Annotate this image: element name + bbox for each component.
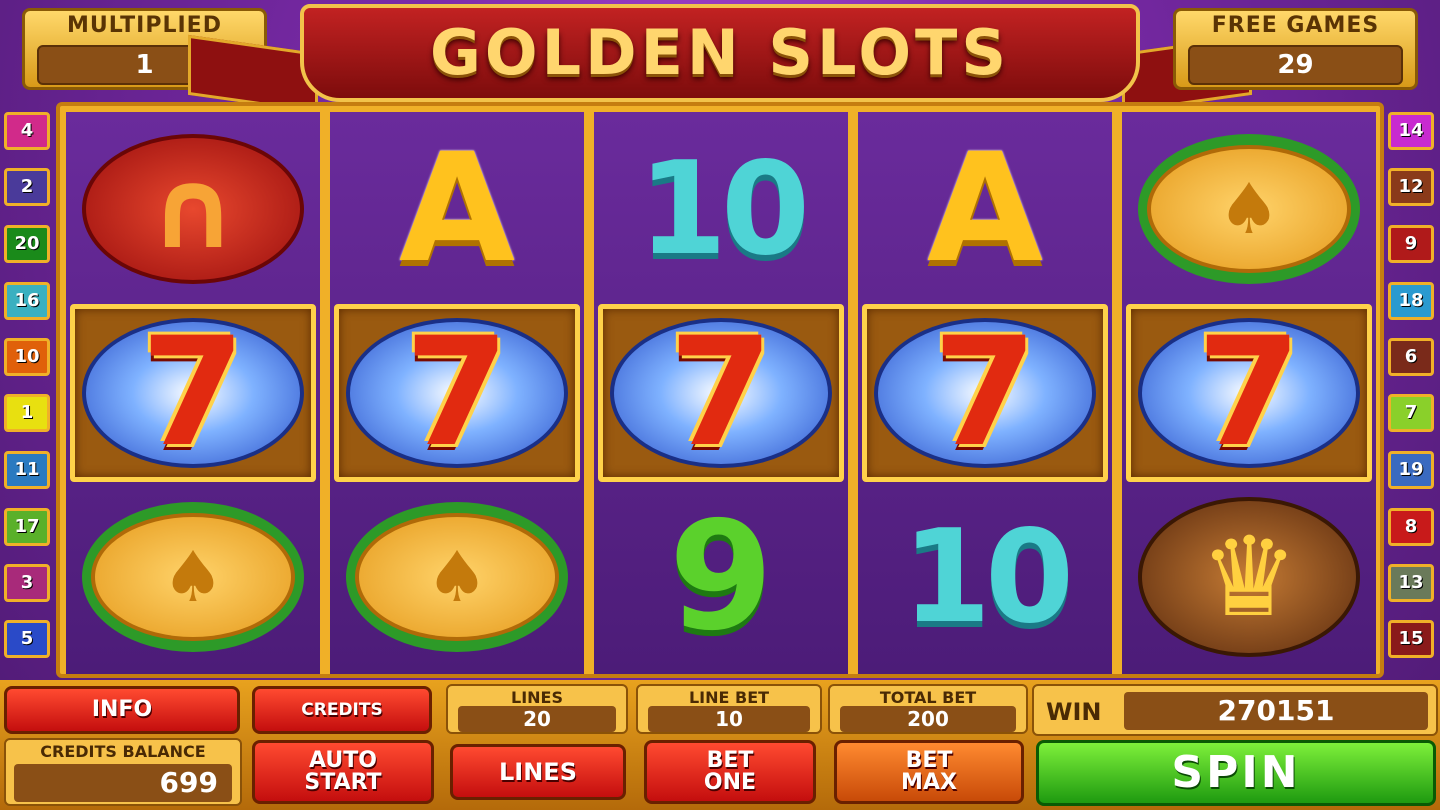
lines-value: 20 [458,706,616,732]
total-bet-label: TOTAL BET [879,688,977,707]
right-payline-marker: 14 [1388,112,1434,150]
free-games-box: FREE GAMES 29 [1173,8,1418,90]
auto-start-line2: START [304,770,382,795]
spade-coin-icon: ♠ [1138,134,1360,284]
credits-balance-label: CREDITS BALANCE [40,742,206,761]
left-payline-marker: 4 [4,112,50,150]
seven-icon: 7 [610,318,832,468]
bet-max-button[interactable]: BET MAX [834,740,1024,804]
seven-icon: 7 [1138,318,1360,468]
right-payline-marker: 19 [1388,451,1434,489]
seven-icon: 7 [82,318,304,468]
reel-1-symbol-2: 7 [70,304,316,482]
spade-coin-icon: ♠ [82,502,304,652]
left-payline-marker: 10 [4,338,50,376]
reel-1-symbol-1: ∩ [70,120,316,298]
seven-icon: 7 [346,318,568,468]
left-payline-marker: 3 [4,564,50,602]
reel-2-symbol-3: ♠ [334,488,580,666]
reel-3-symbol-2: 7 [598,304,844,482]
reel-3-symbol-3: 9 [598,488,844,666]
reel-4-symbol-2: 7 [862,304,1108,482]
horseshoe-icon: ∩ [82,134,304,284]
reel-1: ∩ 7 ♠ [66,112,320,674]
lines-label: LINES [511,688,563,707]
right-payline-marker: 9 [1388,225,1434,263]
total-bet-display: TOTAL BET 200 [828,684,1028,734]
reel-2-symbol-2: 7 [334,304,580,482]
left-payline-marker: 11 [4,451,50,489]
right-payline-marker: 18 [1388,282,1434,320]
ace-icon: A [398,122,516,296]
info-button[interactable]: INFO [4,686,240,734]
win-display: WIN 270151 [1032,684,1438,736]
spade-coin-icon: ♠ [346,502,568,652]
ace-icon: A [926,122,1044,296]
lines-display: LINES 20 [446,684,628,734]
seven-icon: 7 [874,318,1096,468]
reels-frame: ∩ 7 ♠ A 7 ♠ 10 7 9 A 7 10 ♠ 7 ♛ [56,102,1384,678]
lines-button[interactable]: LINES [450,744,626,800]
reel-3-symbol-1: 10 [598,120,844,298]
reel-5-symbol-2: 7 [1126,304,1372,482]
reel-4-symbol-3: 10 [862,488,1108,666]
auto-start-line1: AUTO [309,748,377,773]
right-payline-marker: 15 [1388,620,1434,658]
reel-4: A 7 10 [858,112,1112,674]
right-payline-marker: 8 [1388,508,1434,546]
ten-icon: 10 [637,134,810,284]
line-bet-value: 10 [648,706,810,732]
bet-one-line1: BET [706,748,754,773]
banner-plate: GOLDEN SLOTS [300,4,1140,102]
reel-1-symbol-3: ♠ [70,488,316,666]
left-payline-marker: 16 [4,282,50,320]
right-payline-marker: 6 [1388,338,1434,376]
win-label: WIN [1046,698,1102,726]
left-payline-marker: 17 [4,508,50,546]
spin-button[interactable]: SPIN [1036,740,1436,806]
credits-balance-display: CREDITS BALANCE 699 [4,738,242,806]
nine-icon: 9 [668,490,774,664]
left-payline-marker: 2 [4,168,50,206]
reel-5-symbol-3: ♛ [1126,488,1372,666]
credits-button[interactable]: CREDITS [252,686,432,734]
bet-max-line1: BET [905,748,953,773]
left-payline-marker: 1 [4,394,50,432]
total-bet-value: 200 [840,706,1016,732]
left-payline-marker: 5 [4,620,50,658]
credits-balance-value: 699 [14,764,232,802]
free-games-label: FREE GAMES [1211,13,1380,38]
reel-2: A 7 ♠ [330,112,584,674]
left-payline-marker: 20 [4,225,50,263]
auto-start-button[interactable]: AUTO START [252,740,434,804]
reel-5-symbol-1: ♠ [1126,120,1372,298]
reel-5: ♠ 7 ♛ [1122,112,1376,674]
line-bet-label: LINE BET [688,688,770,707]
multiplied-label: MULTIPLIED [67,13,222,38]
bet-max-line2: MAX [901,770,957,795]
right-payline-marker: 13 [1388,564,1434,602]
win-value: 270151 [1124,692,1428,730]
right-payline-marker: 12 [1388,168,1434,206]
reel-2-symbol-1: A [334,120,580,298]
free-games-value: 29 [1188,45,1403,85]
title-banner: GOLDEN SLOTS [188,4,1252,114]
bet-one-button[interactable]: BET ONE [644,740,816,804]
reel-4-symbol-1: A [862,120,1108,298]
game-title: GOLDEN SLOTS [430,16,1010,89]
crown-icon: ♛ [1138,497,1360,657]
reel-3: 10 7 9 [594,112,848,674]
line-bet-display: LINE BET 10 [636,684,822,734]
bet-one-line2: ONE [703,770,757,795]
ten-icon: 10 [901,502,1074,652]
right-payline-marker: 7 [1388,394,1434,432]
